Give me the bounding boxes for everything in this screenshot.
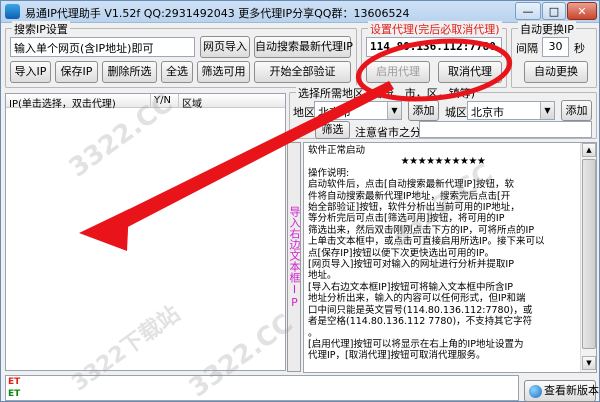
app-window: 易通IP代理助手 V1.52f QQ:2931492043 更多代理IP分享QQ…: [0, 0, 600, 402]
enable-proxy-button[interactable]: 启用代理: [366, 61, 430, 83]
log-textbox[interactable]: 软件正常启动 ★★★★★★★★★★ 操作说明: 启动软件后，点击[自动搜索最新代理IP…: [303, 142, 597, 373]
status-line-1: ET: [8, 377, 21, 387]
region-note-input[interactable]: [419, 121, 592, 138]
region-legend: 选择所需地区 (省份、市，区，镇等): [296, 85, 478, 101]
filter-button[interactable]: 筛选: [315, 121, 350, 139]
column-region[interactable]: 区域: [182, 95, 202, 110]
region-select-value: 北京市: [318, 106, 351, 119]
log-line: [启用代理]按钮可以将显示在右上角的IP地址设置为: [308, 338, 524, 350]
search-settings-legend: 搜索IP设置: [12, 21, 70, 37]
minimize-button[interactable]: —: [515, 2, 541, 20]
status-panel: ET ET: [5, 375, 519, 401]
select-all-button[interactable]: 全选: [161, 61, 193, 83]
close-button[interactable]: ✕: [567, 2, 597, 20]
log-line: 上单击文本框中，或点击可直接启用所选IP。接下来可以: [308, 236, 545, 248]
city-select[interactable]: 北京市 ▼: [467, 101, 555, 120]
cancel-proxy-button[interactable]: 取消代理: [438, 61, 502, 83]
note-label: 注意省市之分: [355, 126, 421, 139]
scroll-down-icon[interactable]: ▼: [582, 356, 596, 370]
log-line: 件将自动搜索最新代理IP地址，搜索完后点击[开: [308, 190, 511, 202]
log-line: 。: [308, 327, 318, 339]
proxy-ip-field[interactable]: 114.80.136.112:7780: [366, 37, 502, 57]
log-line: [网页导入]按钮可对输入的网址进行分析并提取IP: [308, 259, 514, 271]
city-select-value: 北京市: [471, 106, 504, 119]
ip-list[interactable]: IP(单击选择，双击代理) Y/N 区域: [5, 93, 286, 371]
city-label: 城区: [445, 106, 467, 119]
auto-change-legend: 自动更换IP: [518, 21, 576, 37]
ip-list-header: IP(单击选择，双击代理) Y/N 区域: [6, 94, 285, 110]
check-update-button[interactable]: 查看新版本: [524, 380, 599, 402]
title-bar[interactable]: 易通IP代理助手 V1.52f QQ:2931492043 更多代理IP分享QQ…: [1, 1, 599, 23]
column-divider: [150, 94, 151, 108]
log-line: 软件正常启动: [308, 145, 366, 156]
import-page-button[interactable]: 网页导入: [200, 36, 250, 58]
status-line-2: ET: [8, 389, 21, 399]
log-line: 操作说明:: [308, 167, 350, 179]
log-text: 软件正常启动 ★★★★★★★★★★ 操作说明: 启动软件后，点击[自动搜索最新代理IP…: [308, 145, 578, 372]
log-line: 始全部验证]按钮，软件分析出当前可用的IP地址，: [308, 202, 520, 214]
log-scrollbar[interactable]: ▲ ▼: [580, 143, 596, 372]
log-line: 地址分析出来，输入的内容可以任何形式，但IP和端: [308, 293, 526, 305]
log-line: ★★★★★★★★★★: [400, 156, 486, 168]
region-label: 地区: [293, 106, 315, 119]
column-divider: [178, 94, 179, 108]
auto-change-button[interactable]: 自动更换: [524, 61, 588, 83]
url-input[interactable]: 输入单个网页(含IP地址)即可: [10, 37, 195, 57]
scroll-thumb[interactable]: [582, 159, 596, 349]
column-yn[interactable]: Y/N: [154, 95, 171, 106]
log-line: 点[保存IP]按钮以便下次更快选出可用的IP。: [308, 247, 494, 259]
log-line: 者是空格(114.80.136.112 7780)，不支持其它字符: [308, 316, 533, 328]
city-add-button[interactable]: 添加: [561, 100, 592, 121]
log-line: [导入右边文本框IP]按钮可将输入文本框中所含IP: [308, 281, 513, 293]
log-line: 代理IP，[取消代理]按钮可取消代理服务。: [308, 350, 486, 362]
delete-selected-button[interactable]: 删除所选: [102, 61, 157, 83]
column-ip[interactable]: IP(单击选择，双击代理): [9, 95, 116, 110]
log-line: 等分析完后可点击[筛选可用]按钮，将可用的IP: [308, 213, 505, 225]
chevron-down-icon: ▼: [387, 102, 401, 119]
proxy-settings-legend: 设置代理(完后必取消代理): [368, 21, 502, 37]
filter-available-button[interactable]: 筛选可用: [197, 61, 250, 83]
scroll-up-icon[interactable]: ▲: [582, 143, 596, 157]
log-line: 口中间只能是英文冒号(114.80.136.112:7780)，或: [308, 304, 533, 316]
maximize-button[interactable]: □: [542, 2, 566, 20]
interval-label: 间隔: [516, 42, 538, 55]
import-ip-button[interactable]: 导入IP: [10, 61, 51, 83]
seconds-label: 秒: [574, 42, 585, 55]
auto-search-button[interactable]: 自动搜索最新代理IP: [254, 36, 353, 58]
log-line: 启动软件后，点击[自动搜索最新代理IP]按钮，软: [308, 179, 514, 191]
chevron-down-icon: ▼: [540, 102, 554, 119]
log-line: 筛选出来，然后双击刚刚点击下方的IP，可将所点的IP: [308, 224, 535, 236]
region-add-button[interactable]: 添加: [408, 100, 439, 121]
region-select[interactable]: 北京市 ▼: [314, 101, 402, 120]
start-verify-button[interactable]: 开始全部验证: [254, 61, 351, 83]
import-textbox-ip-button[interactable]: 导入右边文本框IP: [287, 142, 301, 372]
globe-icon: [529, 385, 542, 398]
save-ip-button[interactable]: 保存IP: [55, 61, 98, 83]
window-title: 易通IP代理助手 V1.52f QQ:2931492043 更多代理IP分享QQ…: [25, 7, 410, 20]
interval-input[interactable]: 30: [542, 37, 569, 57]
app-icon: [5, 4, 20, 19]
log-line: 地址。: [308, 270, 337, 282]
check-update-label: 查看新版本: [544, 384, 599, 397]
